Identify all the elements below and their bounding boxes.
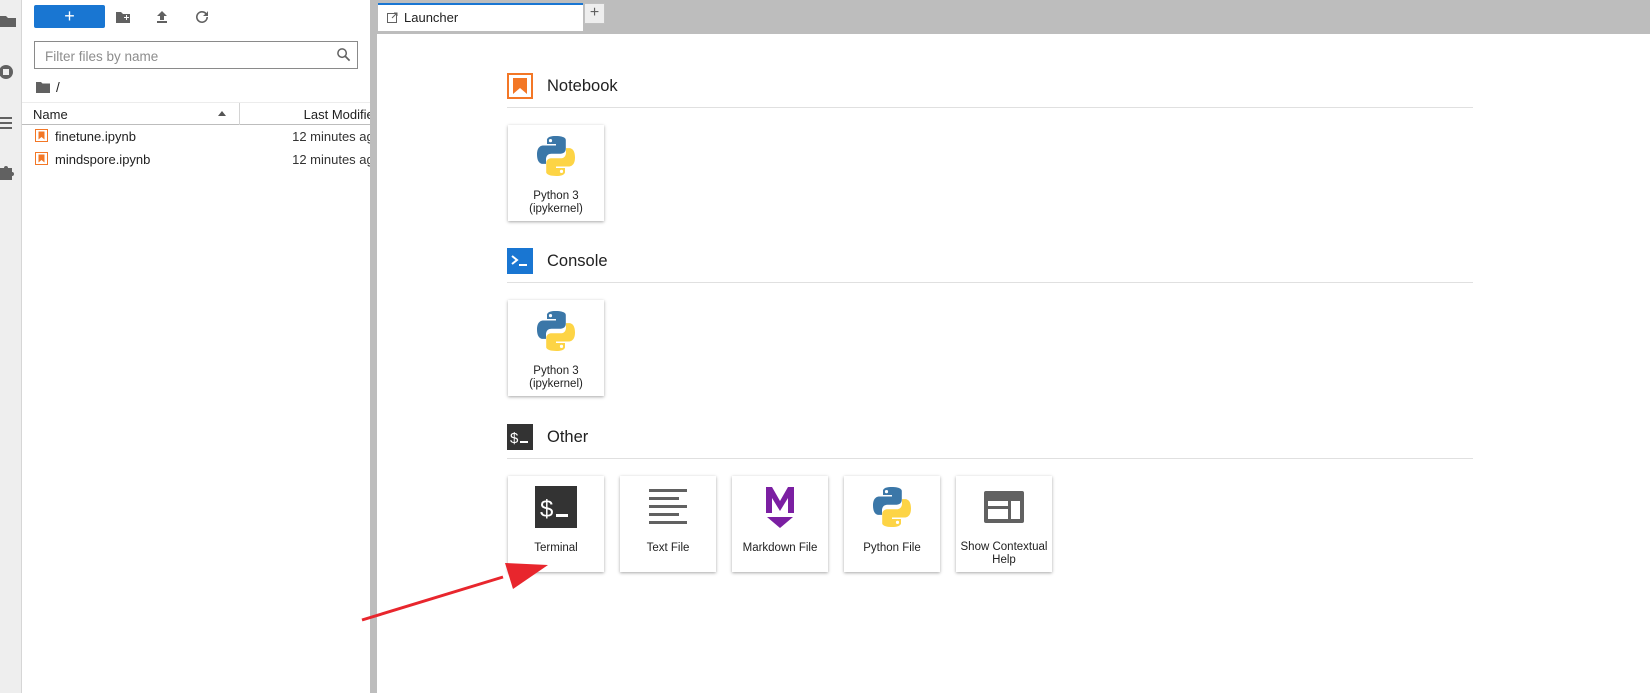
card-label: Python 3 (ipykernel) (529, 190, 583, 215)
upload-icon[interactable] (154, 9, 170, 25)
file-list-item[interactable]: mindspore.ipynb 12 minutes ago (22, 149, 390, 171)
column-name-label: Name (33, 107, 68, 122)
file-filter-search (34, 41, 358, 69)
card-label: Show Contextual Help (960, 541, 1048, 566)
main-tab-bar: Launcher + (377, 0, 1650, 34)
console-section-header: Console (507, 248, 1474, 283)
file-list-item[interactable]: finetune.ipynb 12 minutes ago (22, 126, 390, 148)
other-section-header: $ Other (507, 424, 1474, 459)
notebook-section-header: Notebook (507, 73, 1474, 108)
markdown-icon (766, 487, 794, 528)
card-label: Markdown File (742, 542, 818, 554)
tab-label: Launcher (404, 10, 459, 25)
section-divider (507, 107, 1473, 108)
launcher-card-contextual-help[interactable]: Show Contextual Help (956, 476, 1052, 572)
tab-launcher[interactable]: Launcher (378, 3, 583, 31)
notebook-section-icon (507, 73, 533, 99)
python-logo-icon (537, 311, 575, 351)
launcher-card-console-python3[interactable]: Python 3 (ipykernel) (508, 300, 604, 396)
file-modified: 12 minutes ago (292, 129, 381, 144)
section-divider (507, 282, 1473, 283)
refresh-icon[interactable] (194, 9, 210, 25)
notebook-file-icon (35, 152, 48, 165)
file-name: finetune.ipynb (55, 129, 136, 144)
card-label: Text File (646, 542, 690, 554)
file-list-header: Name Last Modified (22, 102, 390, 125)
section-title: Console (547, 252, 608, 270)
running-sessions-icon[interactable] (0, 64, 16, 80)
notebook-file-icon (35, 129, 48, 142)
extension-manager-icon[interactable] (0, 164, 16, 180)
contextual-help-icon (984, 491, 1024, 523)
svg-text:$: $ (510, 430, 519, 447)
svg-text:$: $ (540, 496, 553, 523)
breadcrumb-path[interactable]: / (56, 80, 60, 95)
new-launcher-button[interactable]: + (34, 5, 105, 28)
new-folder-icon[interactable] (115, 9, 131, 25)
file-browser-panel: + / Name Last Modified finetune.ipynb 12… (22, 0, 390, 693)
folder-icon[interactable] (0, 13, 16, 29)
section-title: Other (547, 428, 589, 446)
launcher-card-notebook-python3[interactable]: Python 3 (ipykernel) (508, 125, 604, 221)
card-label: Terminal (534, 542, 578, 554)
launcher-panel: Notebook Python 3 (ipykernel) Console Py… (377, 34, 1650, 693)
column-header-name[interactable]: Name (22, 103, 240, 125)
section-divider (507, 458, 1473, 459)
file-modified: 12 minutes ago (292, 152, 381, 167)
card-label: Python 3 (ipykernel) (529, 365, 583, 390)
search-icon (337, 48, 351, 62)
python-logo-icon (537, 136, 575, 176)
activity-bar (0, 0, 22, 693)
text-file-icon (649, 489, 687, 524)
search-input[interactable] (43, 46, 337, 66)
home-folder-icon[interactable] (36, 81, 50, 93)
launcher-card-python-file[interactable]: Python File (844, 476, 940, 572)
launcher-icon (387, 12, 398, 23)
other-section-icon: $ (507, 424, 533, 450)
panel-splitter[interactable] (370, 0, 377, 693)
add-tab-button[interactable]: + (584, 3, 605, 24)
breadcrumb: / (36, 79, 60, 95)
section-title: Notebook (547, 77, 618, 95)
sort-ascending-icon (218, 111, 226, 116)
table-of-contents-icon[interactable] (0, 115, 16, 131)
file-name: mindspore.ipynb (55, 152, 151, 167)
launcher-card-markdown-file[interactable]: Markdown File (732, 476, 828, 572)
console-section-icon (507, 248, 533, 274)
column-header-last-modified[interactable]: Last Modified (240, 103, 390, 125)
terminal-icon: $ (535, 486, 577, 528)
python-logo-icon (873, 487, 911, 527)
launcher-card-text-file[interactable]: Text File (620, 476, 716, 572)
launcher-card-terminal[interactable]: $ Terminal (508, 476, 604, 572)
card-label: Python File (863, 542, 921, 554)
